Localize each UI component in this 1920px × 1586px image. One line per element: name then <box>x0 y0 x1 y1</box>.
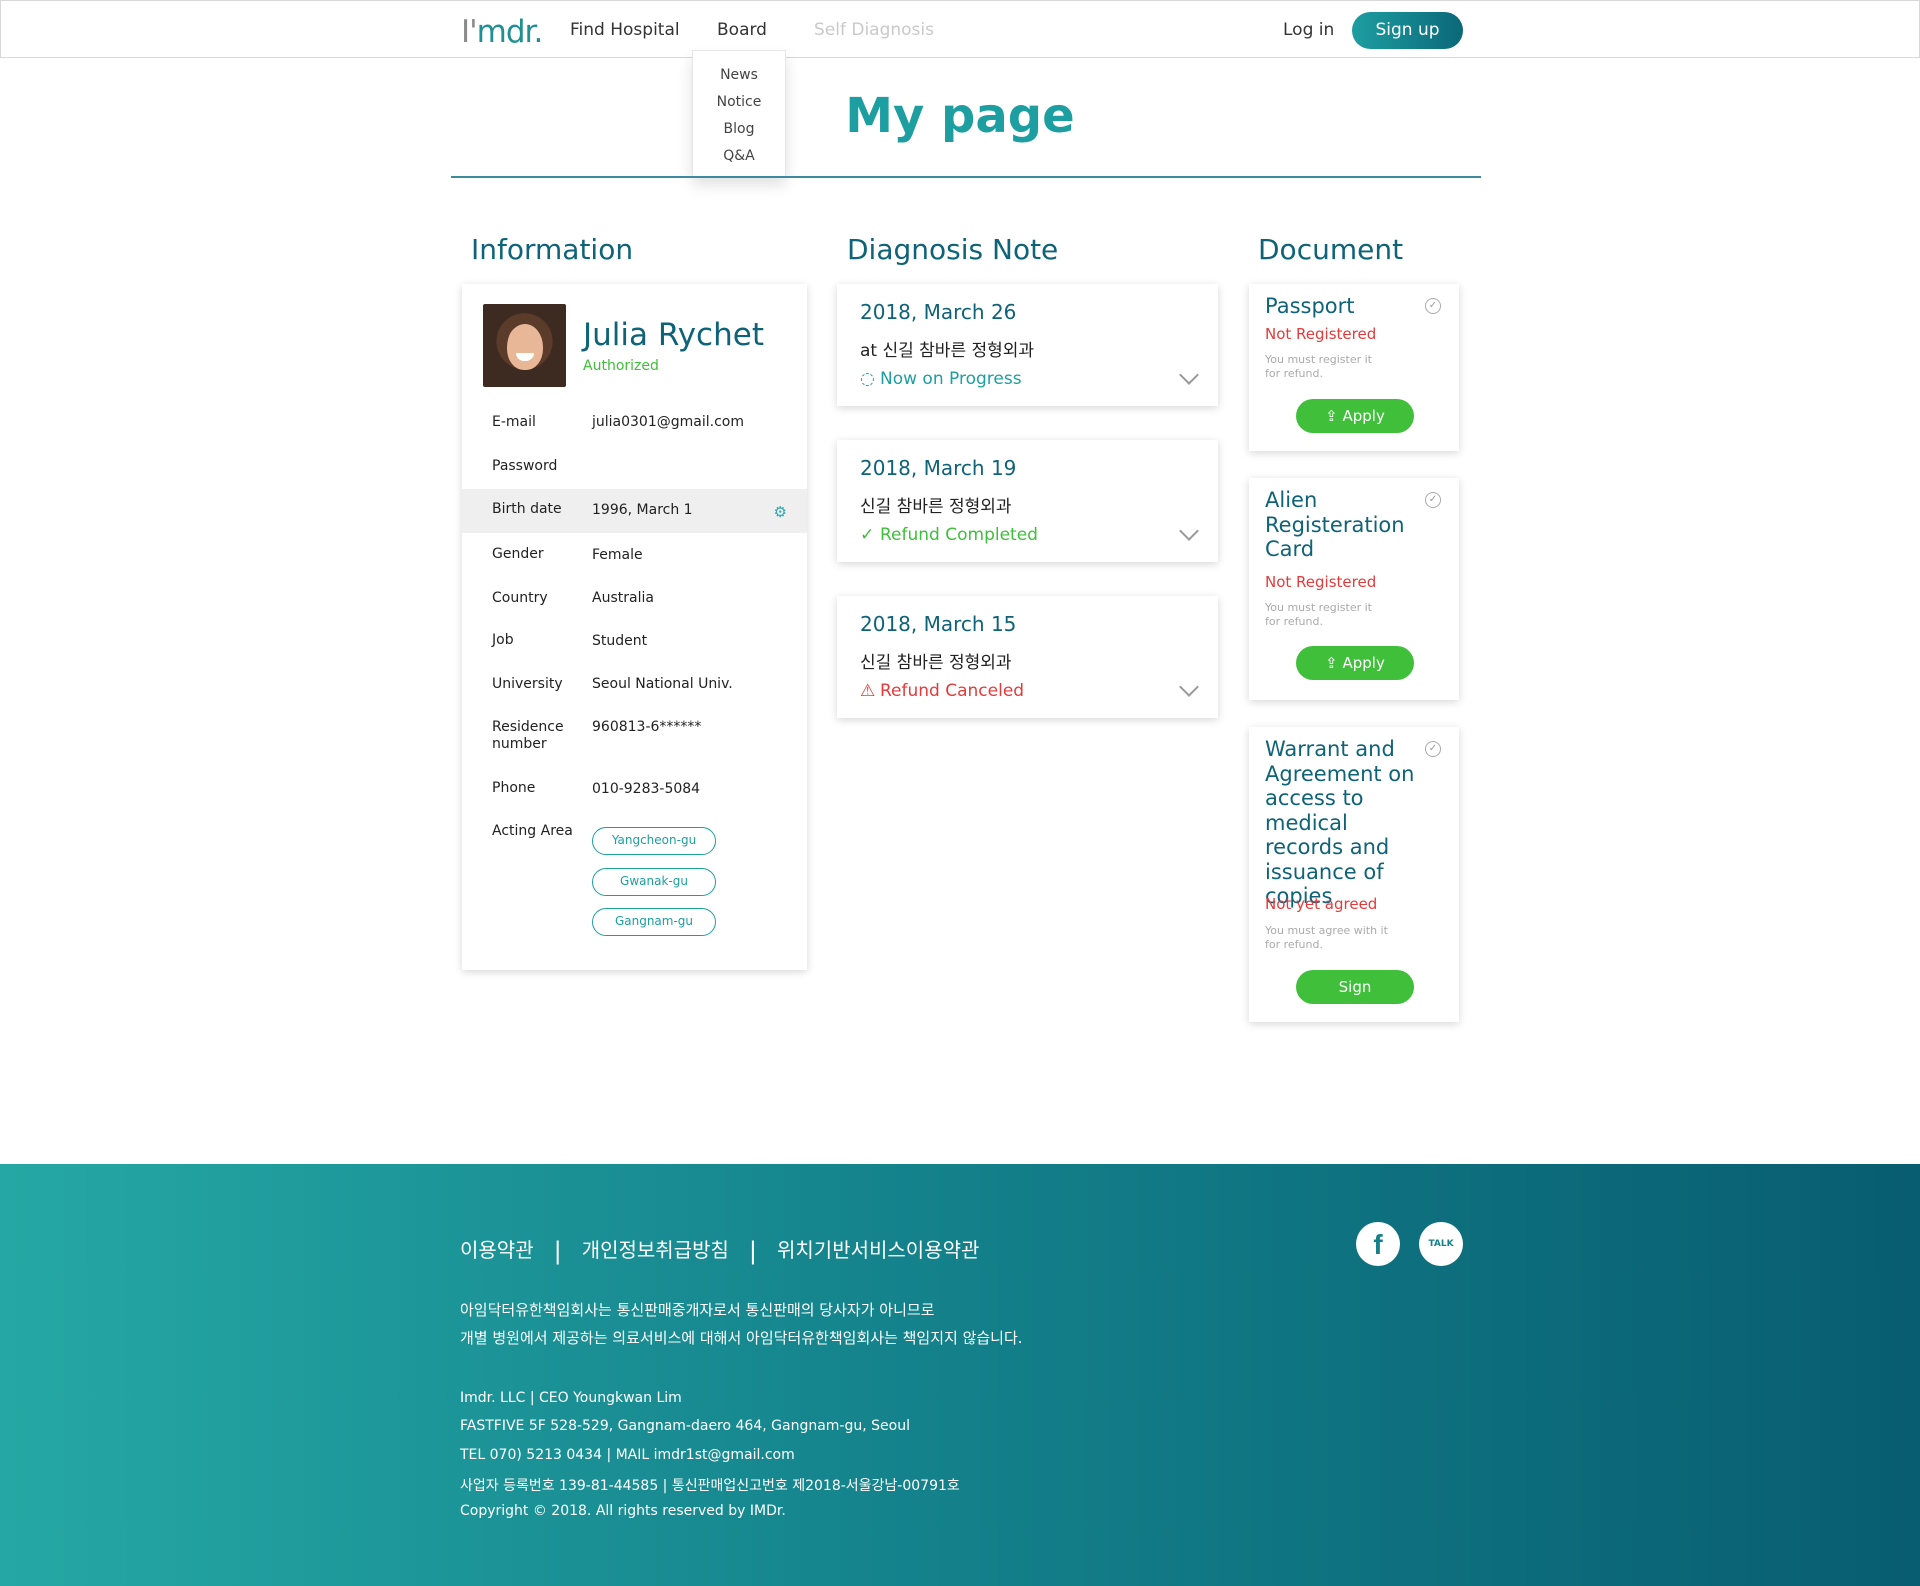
info-value: Australia <box>592 590 654 606</box>
section-heading-diagnosis-note: Diagnosis Note <box>847 233 1059 266</box>
info-row-birth-date[interactable]: Birth date 1996, March 1 ⚙ <box>462 489 807 533</box>
nav-self-diagnosis[interactable]: Self Diagnosis <box>814 20 934 40</box>
document-card-alien-registration: Alien Registeration Card ✓ Not Registere… <box>1249 478 1459 700</box>
chevron-down-icon[interactable] <box>1179 365 1199 385</box>
acting-area-pill[interactable]: Gwanak-gu <box>592 868 716 896</box>
page-title: My page <box>845 88 1075 144</box>
diagnosis-status: ◌ Now on Progress <box>860 369 1022 389</box>
document-title: Passport <box>1265 294 1355 318</box>
info-row-email: E-mail julia0301@gmail.com <box>462 414 807 454</box>
info-value: 010-9283-5084 <box>592 781 701 797</box>
info-value: 960813-6****** <box>592 719 702 735</box>
info-value: Student <box>592 633 648 649</box>
footer-notice-line: 아임닥터유한책임회사는 통신판매중개자로서 통신판매의 당사자가 아니므로 <box>460 1301 935 1319</box>
diagnosis-status: ⚠ Refund Canceled <box>860 681 1025 701</box>
apply-button[interactable]: ⇪ Apply <box>1296 646 1414 680</box>
board-menu-qna[interactable]: Q&A <box>693 148 785 175</box>
info-row-gender: Gender Female <box>462 546 807 576</box>
document-note: You must register it for refund. <box>1265 601 1372 628</box>
document-state: Not Registered <box>1265 573 1377 591</box>
check-circle-icon[interactable]: ✓ <box>1425 298 1441 314</box>
diagnosis-date: 2018, March 26 <box>860 300 1017 324</box>
diagnosis-note-card[interactable]: 2018, March 19 신길 참바른 정형외과 ✓ Refund Compl… <box>837 440 1218 562</box>
info-row-residence-number: Residence number 960813-6****** <box>462 719 807 759</box>
user-name: Julia Rychet <box>583 317 764 353</box>
document-note: You must register it for refund. <box>1265 353 1372 380</box>
loading-icon: ◌ <box>860 369 875 389</box>
info-value: Seoul National Univ. <box>592 676 733 692</box>
footer-notice-line: 개별 병원에서 제공하는 의료서비스에 대해서 아임닥터유한책임회사는 책임지지… <box>460 1329 1023 1347</box>
diagnosis-status: ✓ Refund Completed <box>860 525 1038 545</box>
chevron-down-icon[interactable] <box>1179 521 1199 541</box>
top-navigation: I'mdr. Find Hospital Board Self Diagnosi… <box>0 0 1920 58</box>
signup-button[interactable]: Sign up <box>1352 12 1463 49</box>
acting-area-pill[interactable]: Gangnam-gu <box>592 908 716 936</box>
document-state: Not Registered <box>1265 325 1377 343</box>
diagnosis-hospital: 신길 참바른 정형외과 <box>860 497 1012 517</box>
upload-icon: ⇪ <box>1325 407 1343 425</box>
sign-button[interactable]: Sign <box>1296 970 1414 1004</box>
avatar <box>483 304 566 387</box>
kakaotalk-icon[interactable]: TALK <box>1419 1222 1463 1266</box>
document-title: Warrant and Agreement on access to medic… <box>1265 737 1415 908</box>
info-label: Gender <box>492 546 544 562</box>
document-note: You must agree with it for refund. <box>1265 924 1388 951</box>
document-state: Not yet agreed <box>1265 895 1378 913</box>
info-label: University <box>492 676 563 692</box>
document-card-warrant-agreement: Warrant and Agreement on access to medic… <box>1249 727 1459 1022</box>
imdr-logo[interactable]: I'mdr. <box>461 14 543 50</box>
info-value: 1996, March 1 <box>592 502 693 518</box>
footer-link-terms[interactable]: 이용약관 <box>460 1238 534 1262</box>
diagnosis-note-card[interactable]: 2018, March 26 at 신길 참바른 정형외과 ◌ Now on Pr… <box>837 284 1218 406</box>
footer-links: 이용약관 | 개인정보취급방침 | 위치기반서비스이용약관 <box>460 1237 980 1265</box>
document-card-passport: Passport ✓ Not Registered You must regis… <box>1249 284 1459 451</box>
nav-find-hospital[interactable]: Find Hospital <box>570 20 680 40</box>
chevron-down-icon[interactable] <box>1179 677 1199 697</box>
facebook-icon[interactable]: f <box>1356 1222 1400 1266</box>
info-label: Password <box>492 458 558 474</box>
check-circle-icon[interactable]: ✓ <box>1425 492 1441 508</box>
footer: 이용약관 | 개인정보취급방침 | 위치기반서비스이용약관 f TALK 아임닥터유한책… <box>0 1164 1920 1586</box>
info-row-university: University Seoul National Univ. <box>462 676 807 706</box>
info-label: Birth date <box>492 501 562 517</box>
info-label: Residence number <box>492 719 564 752</box>
title-divider <box>451 176 1481 178</box>
acting-area-pill[interactable]: Yangcheon-gu <box>592 827 716 855</box>
info-label: Job <box>492 632 514 648</box>
warning-icon: ⚠ <box>860 681 876 701</box>
info-row-country: Country Australia <box>462 590 807 620</box>
info-value: julia0301@gmail.com <box>592 414 744 430</box>
diagnosis-date: 2018, March 19 <box>860 456 1017 480</box>
diagnosis-hospital: 신길 참바른 정형외과 <box>860 653 1012 673</box>
info-label: Country <box>492 590 548 606</box>
info-row-phone: Phone 010-9283-5084 <box>462 780 807 810</box>
diagnosis-note-card[interactable]: 2018, March 15 신길 참바른 정형외과 ⚠ Refund Cance… <box>837 596 1218 718</box>
footer-legal-line: TEL 070) 5213 0434 | MAIL imdr1st@gmail.… <box>460 1447 795 1463</box>
diagnosis-hospital: at 신길 참바른 정형외과 <box>860 341 1035 361</box>
footer-link-location-terms[interactable]: 위치기반서비스이용약관 <box>777 1238 979 1262</box>
info-label: E-mail <box>492 414 536 430</box>
footer-link-privacy[interactable]: 개인정보취급방침 <box>582 1238 729 1262</box>
section-heading-document: Document <box>1258 233 1404 266</box>
footer-legal-line: 사업자 등록번호 139-81-44585 | 통신판매업신고번호 제2018-… <box>460 1478 960 1494</box>
section-heading-information: Information <box>471 233 634 266</box>
footer-legal-line: FASTFIVE 5F 528-529, Gangnam-daero 464, … <box>460 1418 910 1434</box>
footer-legal-line: Copyright © 2018. All rights reserved by… <box>460 1503 786 1519</box>
user-status: Authorized <box>583 358 659 374</box>
document-title: Alien Registeration Card <box>1265 488 1405 561</box>
diagnosis-date: 2018, March 15 <box>860 612 1017 636</box>
information-card: Julia Rychet Authorized E-mail julia0301… <box>462 284 807 970</box>
info-label: Acting Area <box>492 823 573 839</box>
upload-icon: ⇪ <box>1325 654 1343 672</box>
nav-board[interactable]: Board <box>717 20 767 40</box>
info-row-job: Job Student <box>462 632 807 662</box>
gear-icon[interactable]: ⚙ <box>774 503 787 521</box>
check-circle-icon[interactable]: ✓ <box>1425 741 1441 757</box>
info-label: Phone <box>492 780 536 796</box>
info-value: Female <box>592 547 643 563</box>
login-link[interactable]: Log in <box>1283 20 1334 40</box>
apply-button[interactable]: ⇪ Apply <box>1296 399 1414 433</box>
footer-legal-line: Imdr. LLC | CEO Youngkwan Lim <box>460 1390 682 1406</box>
check-circle-icon: ✓ <box>860 525 875 545</box>
